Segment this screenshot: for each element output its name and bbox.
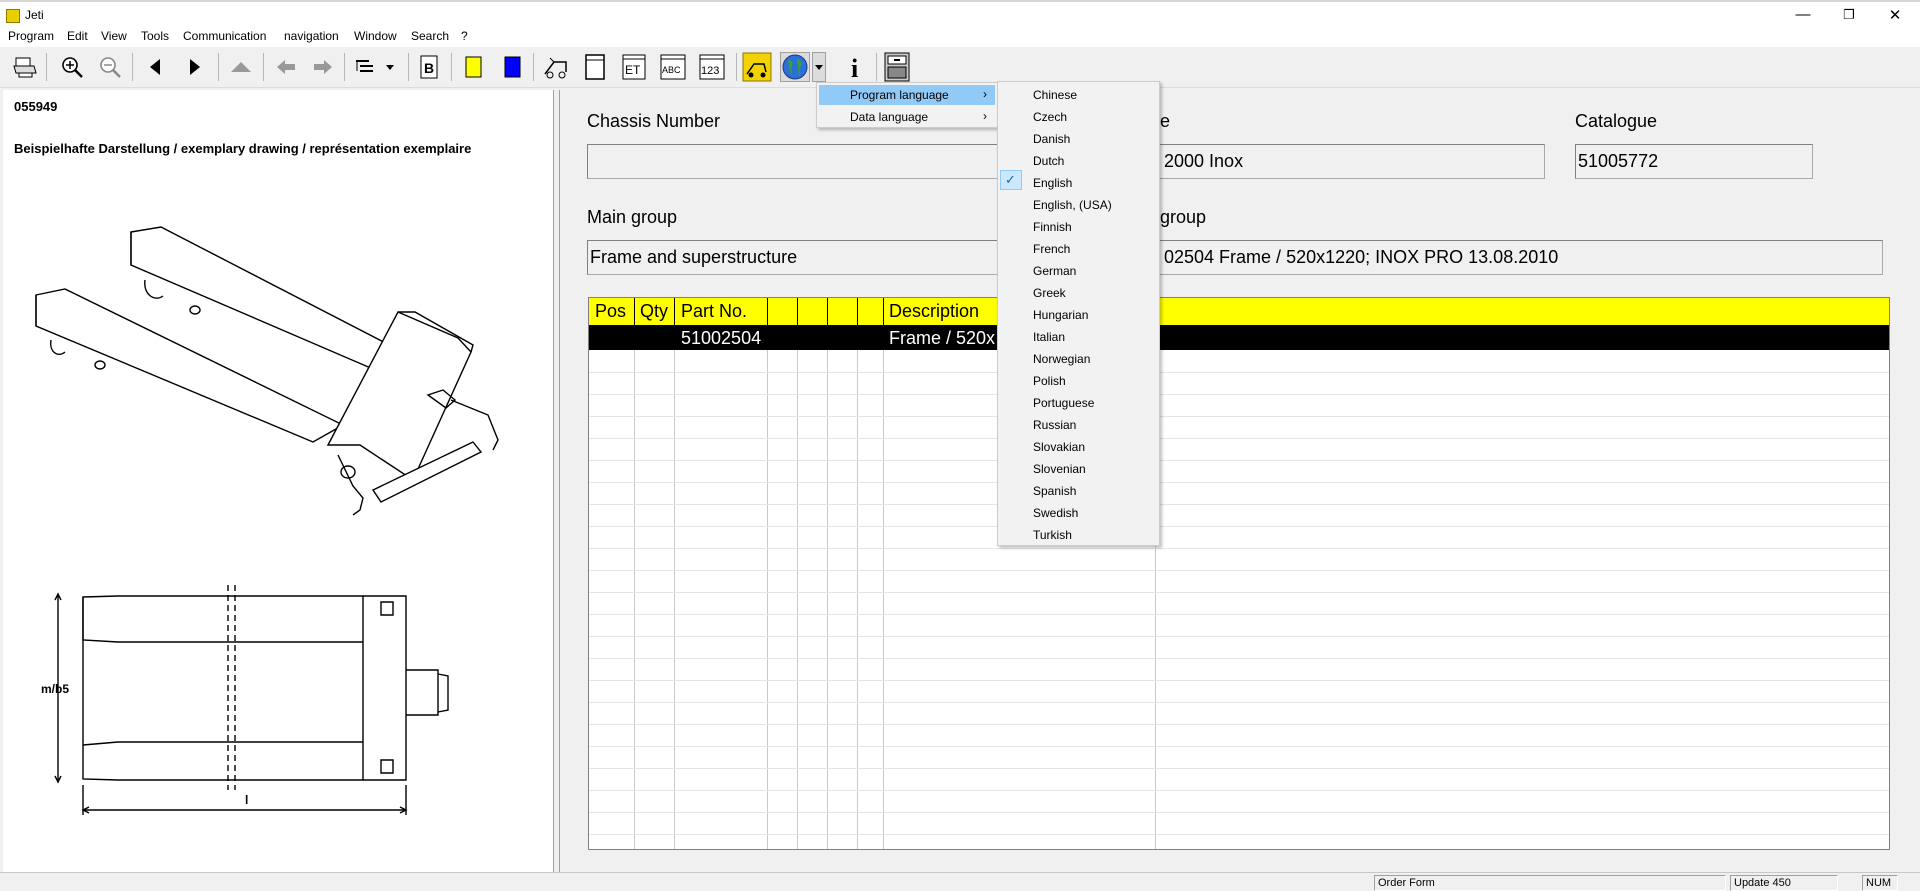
title-bar: Jeti — ❐ ✕ xyxy=(0,0,1920,27)
menu-tools[interactable]: Tools xyxy=(141,29,169,43)
language-item-russian[interactable]: Russian xyxy=(1000,414,1157,436)
language-item-spanish[interactable]: Spanish xyxy=(1000,480,1157,502)
svg-text:ET: ET xyxy=(625,63,641,77)
language-item-english[interactable]: English xyxy=(1000,172,1157,194)
language-item-italian[interactable]: Italian xyxy=(1000,326,1157,348)
status-num: NUM xyxy=(1862,875,1898,891)
menu-item-data-language[interactable]: Data language › xyxy=(819,107,995,127)
svg-text:B: B xyxy=(424,60,434,76)
123-icon[interactable]: 123 xyxy=(697,52,727,82)
bookmark-icon[interactable]: B xyxy=(414,52,444,82)
language-item-slovakian[interactable]: Slovakian xyxy=(1000,436,1157,458)
status-order-form[interactable]: Order Form xyxy=(1374,875,1726,891)
group-field[interactable]: 02504 Frame / 520x1220; INOX PRO 13.08.2… xyxy=(1130,240,1883,275)
language-item-hungarian[interactable]: Hungarian xyxy=(1000,304,1157,326)
minimize-button[interactable]: — xyxy=(1780,2,1826,27)
status-bar: Order Form Update 450 NUM xyxy=(0,872,1920,891)
menu-communication[interactable]: Communication xyxy=(183,29,266,43)
table-header: Pos Qty Part No. Description xyxy=(589,298,1889,326)
blue-color-icon[interactable] xyxy=(498,52,528,82)
language-item-turkish[interactable]: Turkish xyxy=(1000,524,1157,546)
parts-table: Pos Qty Part No. Description 51002504 Fr… xyxy=(588,297,1890,850)
language-item-polish[interactable]: Polish xyxy=(1000,370,1157,392)
language-item-portuguese[interactable]: Portuguese xyxy=(1000,392,1157,414)
catalogue-field[interactable]: 51005772 xyxy=(1575,144,1813,179)
column-header-description[interactable]: Description xyxy=(889,301,979,322)
language-item-english-usa[interactable]: English, (USA) xyxy=(1000,194,1157,216)
pallet-truck-drawing: m/b5 l xyxy=(35,226,499,815)
language-item-czech[interactable]: Czech xyxy=(1000,106,1157,128)
main-group-label: Main group xyxy=(587,207,678,227)
zoom-out-icon[interactable] xyxy=(95,52,125,82)
menu-window[interactable]: Window xyxy=(354,29,397,43)
language-item-dutch[interactable]: Dutch xyxy=(1000,150,1157,172)
globe-icon[interactable] xyxy=(780,52,810,82)
group-label: group xyxy=(1160,207,1207,227)
chevron-right-icon: › xyxy=(983,109,987,123)
dimension-label-m-b5: m/b5 xyxy=(41,682,69,696)
status-update: Update 450 xyxy=(1730,875,1838,891)
language-item-finnish[interactable]: Finnish xyxy=(1000,216,1157,238)
abc-icon[interactable]: ABC xyxy=(658,52,688,82)
column-header-qty[interactable]: Qty xyxy=(640,301,668,322)
chevron-right-icon: › xyxy=(983,87,987,101)
main-group-field[interactable]: Frame and superstructure xyxy=(587,240,1027,275)
globe-dropdown-menu: Program language › Data language › xyxy=(816,82,998,128)
language-item-norwegian[interactable]: Norwegian xyxy=(1000,348,1157,370)
table-row[interactable]: 51002504 Frame / 520x xyxy=(589,326,1889,350)
svg-text:123: 123 xyxy=(701,65,719,77)
printer-icon[interactable] xyxy=(10,52,40,82)
et-icon[interactable]: ET xyxy=(619,52,649,82)
globe-dropdown-icon[interactable] xyxy=(812,52,826,82)
close-button[interactable]: ✕ xyxy=(1872,2,1918,27)
menu-navigation[interactable]: navigation xyxy=(284,29,339,43)
yellow-color-icon[interactable] xyxy=(459,52,489,82)
language-item-german[interactable]: German xyxy=(1000,260,1157,282)
language-item-french[interactable]: French xyxy=(1000,238,1157,260)
menu-view[interactable]: View xyxy=(101,29,127,43)
back-icon[interactable] xyxy=(271,52,301,82)
language-item-greek[interactable]: Greek xyxy=(1000,282,1157,304)
svg-text:ABC: ABC xyxy=(662,65,681,75)
row-part-no: 51002504 xyxy=(681,328,762,348)
arrow-right-icon[interactable] xyxy=(180,52,210,82)
type-label: e xyxy=(1160,111,1171,131)
menu-program[interactable]: Program xyxy=(8,29,54,43)
menu-edit[interactable]: Edit xyxy=(67,29,88,43)
type-field[interactable]: 2000 Inox xyxy=(1130,144,1545,179)
cabinet-icon[interactable] xyxy=(882,52,912,82)
window-title: Jeti xyxy=(25,8,44,22)
row-description: Frame / 520x xyxy=(889,328,996,348)
column-header-pos[interactable]: Pos xyxy=(595,301,626,322)
tree-view-icon[interactable] xyxy=(351,52,399,82)
forward-icon[interactable] xyxy=(308,52,338,82)
drawing-pane: 055949 Beispielhafte Darstellung / exemp… xyxy=(3,90,554,872)
menu-item-program-language[interactable]: Program language › xyxy=(819,85,995,105)
menu-bar: Program Edit View Tools Communication na… xyxy=(0,27,1920,47)
language-item-chinese[interactable]: Chinese xyxy=(1000,84,1157,106)
column-header-part-no[interactable]: Part No. xyxy=(681,301,747,322)
menu-help[interactable]: ? xyxy=(461,29,468,43)
forklift-icon[interactable] xyxy=(541,52,571,82)
chassis-number-label: Chassis Number xyxy=(587,111,721,131)
menu-search[interactable]: Search xyxy=(411,29,449,43)
dimension-label-l: l xyxy=(245,793,248,807)
language-item-swedish[interactable]: Swedish xyxy=(1000,502,1157,524)
restore-button[interactable]: ❐ xyxy=(1826,2,1872,27)
machine-icon[interactable] xyxy=(742,52,772,82)
arrow-up-icon[interactable] xyxy=(226,52,256,82)
app-icon xyxy=(6,9,20,23)
catalogue-label: Catalogue xyxy=(1575,111,1658,131)
arrow-left-icon[interactable] xyxy=(140,52,170,82)
zoom-in-icon[interactable] xyxy=(57,52,87,82)
language-submenu: ✓ Chinese Czech Danish Dutch English Eng… xyxy=(997,81,1160,546)
language-item-slovenian[interactable]: Slovenian xyxy=(1000,458,1157,480)
document-icon[interactable] xyxy=(580,52,610,82)
chassis-number-field[interactable] xyxy=(587,144,1027,179)
language-item-danish[interactable]: Danish xyxy=(1000,128,1157,150)
info-icon[interactable]: i xyxy=(840,52,870,82)
svg-text:i: i xyxy=(851,54,858,81)
